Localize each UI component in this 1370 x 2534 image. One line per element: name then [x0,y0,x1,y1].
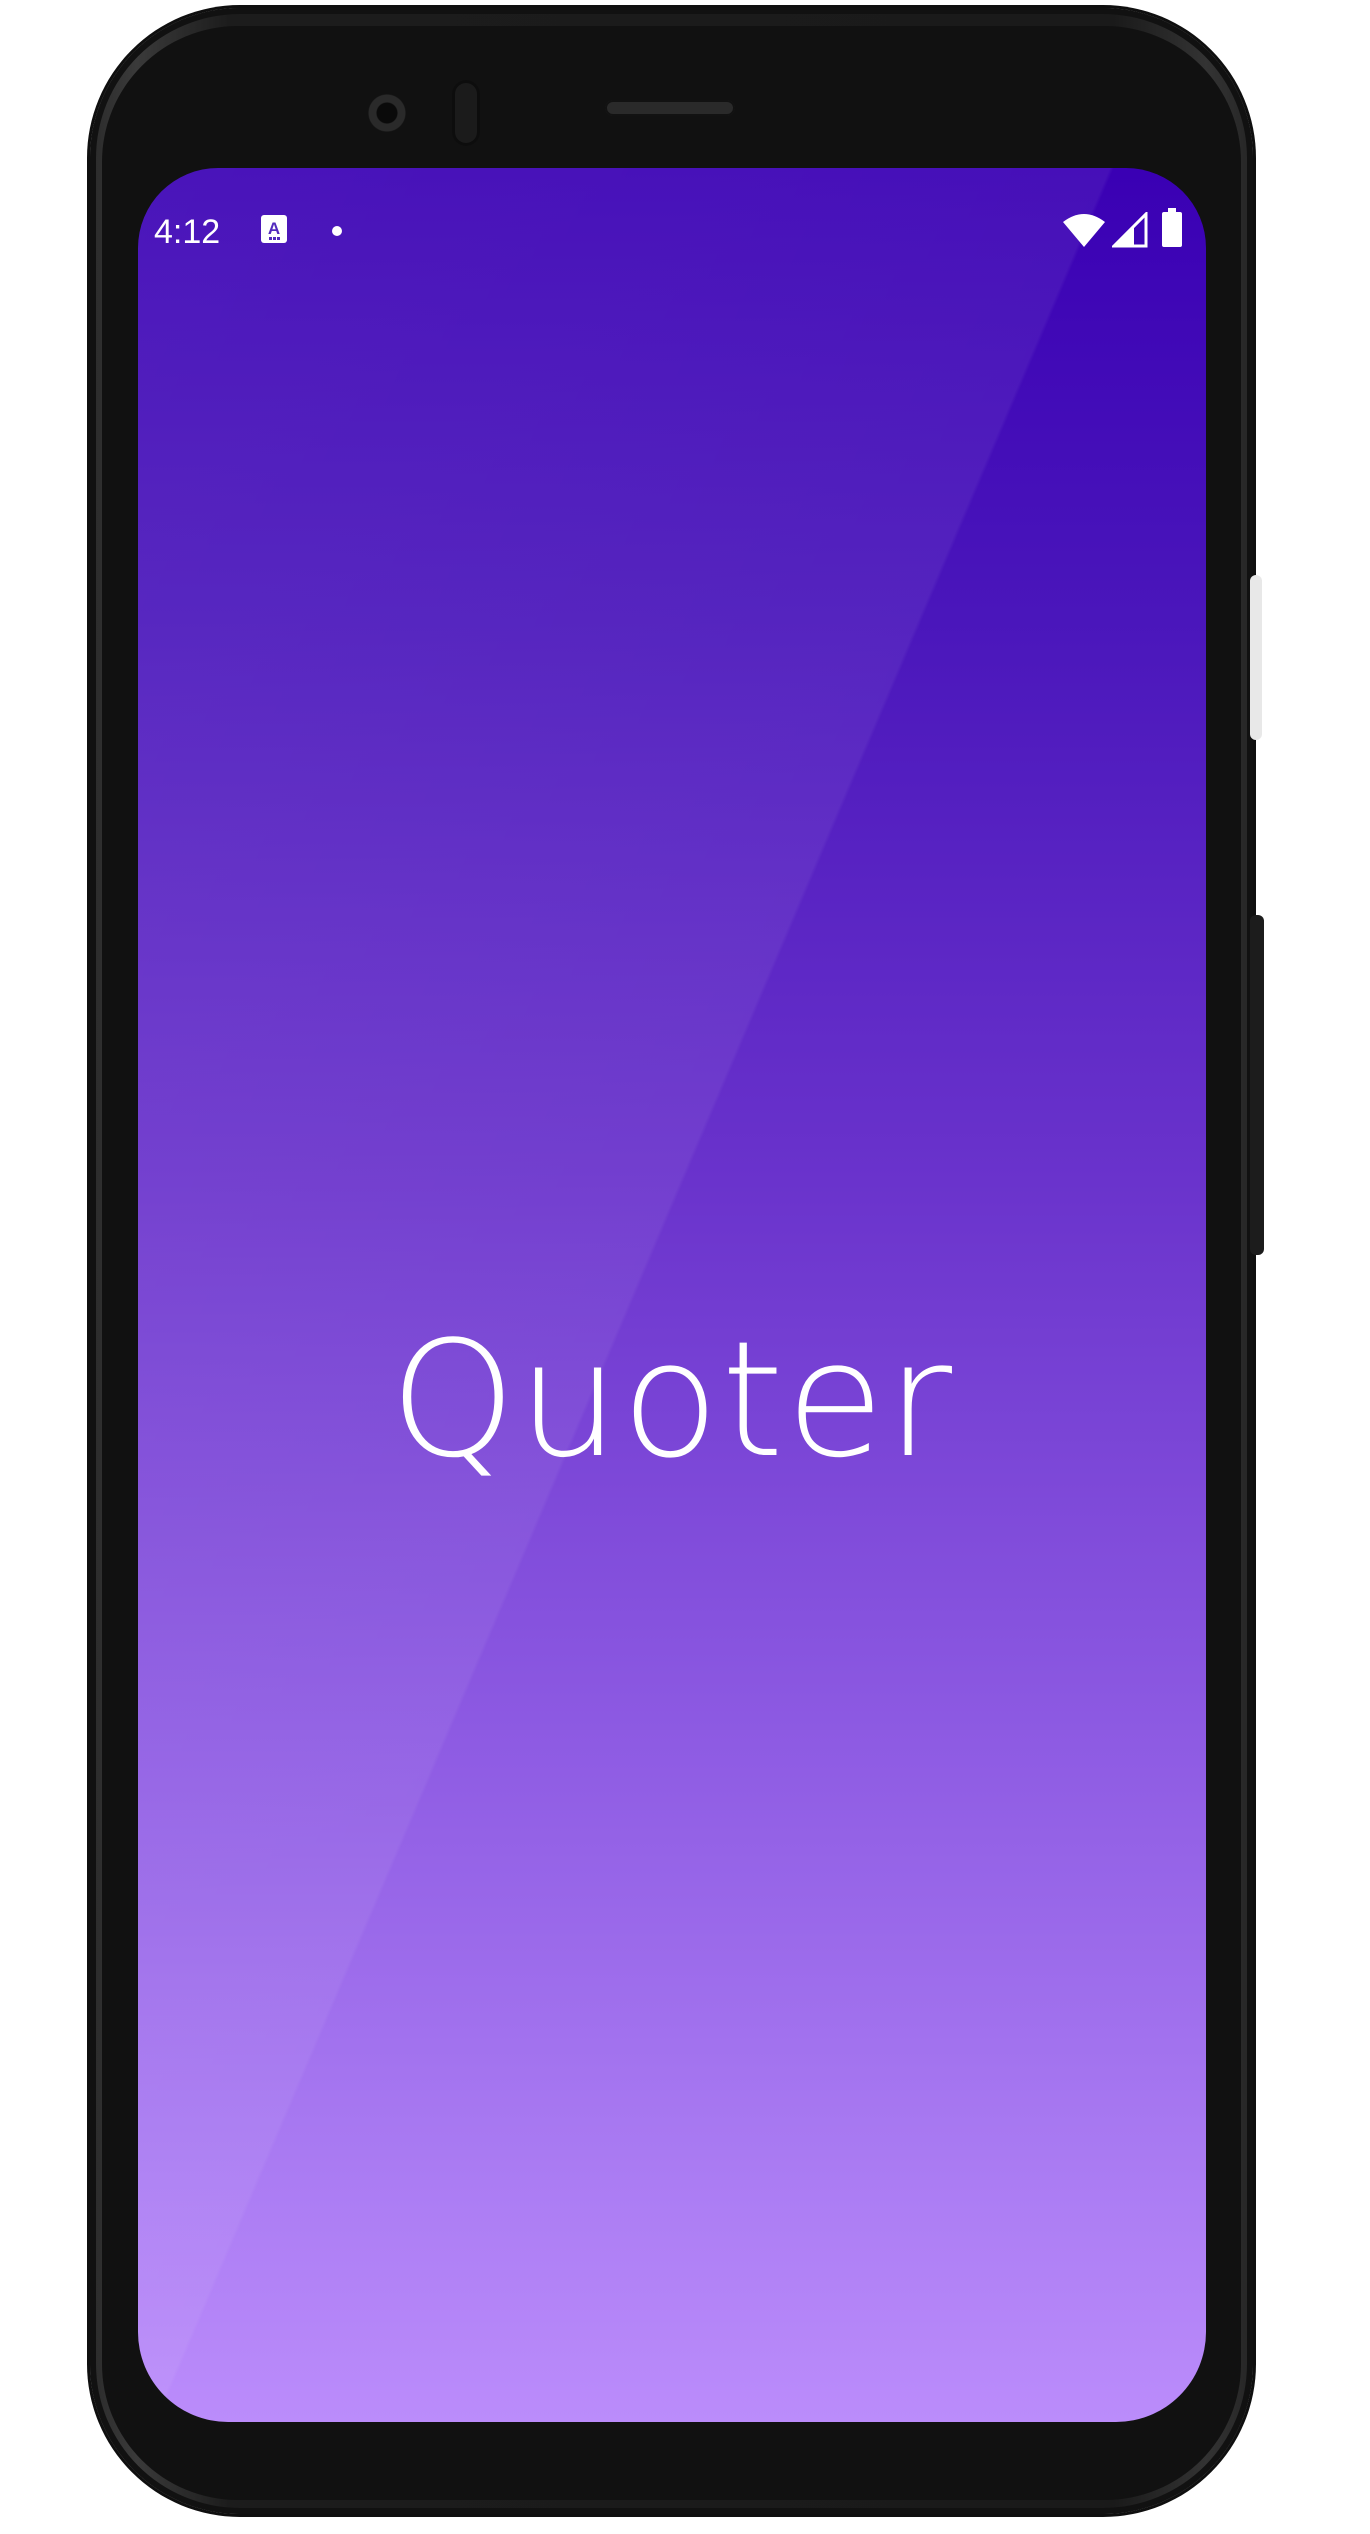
battery-icon [1162,208,1182,247]
status-time: 4:12 [154,213,221,251]
app-title: Quoter [389,1306,955,1493]
cellular-signal-icon [1112,212,1148,248]
wifi-icon [1063,214,1105,247]
front-camera [358,84,416,142]
screen: 4:12 A Quoter [138,168,1206,2422]
svg-text:A: A [268,219,280,238]
screen-glare [138,168,1206,2422]
notification-dot-icon [332,226,342,236]
device-mockup: 4:12 A Quoter [0,0,1370,2534]
proximity-sensor [452,80,480,146]
volume-button [1250,915,1264,1255]
accessibility-a-icon: A [261,215,287,243]
earpiece-speaker [605,100,735,116]
status-bar: 4:12 A [138,204,1206,260]
power-button [1250,575,1262,740]
